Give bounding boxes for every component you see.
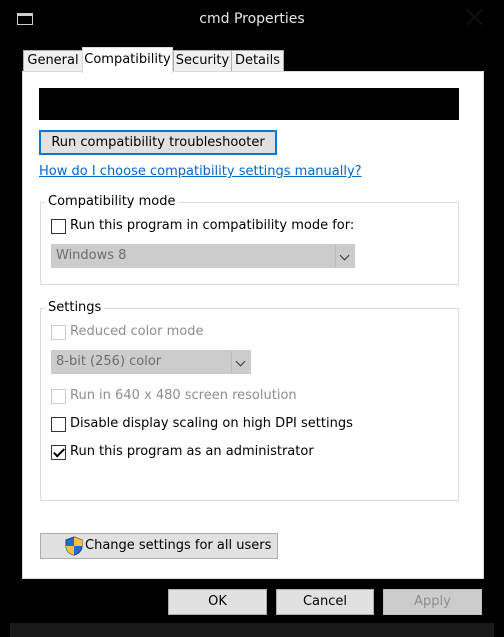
bottom-strip (10, 623, 494, 637)
disable-dpi-scaling-label[interactable]: Disable display scaling on high DPI sett… (70, 416, 353, 431)
reduced-color-checkbox[interactable] (51, 325, 66, 340)
apply-button[interactable]: Apply (383, 589, 482, 615)
run-troubleshooter-button[interactable]: Run compatibility troubleshooter (39, 130, 277, 155)
color-mode-select[interactable]: 8-bit (256) color (51, 350, 251, 374)
resolution-640-label: Run in 640 x 480 screen resolution (70, 388, 297, 403)
compat-mode-checkbox[interactable] (51, 219, 66, 234)
resolution-640-checkbox[interactable] (51, 389, 66, 404)
title-bar: cmd Properties (0, 0, 504, 40)
compat-os-select-value: Windows 8 (56, 248, 127, 263)
color-mode-select-value: 8-bit (256) color (56, 354, 162, 369)
chevron-down-icon (335, 245, 354, 267)
uac-shield-icon (65, 536, 83, 556)
window-title: cmd Properties (199, 11, 305, 27)
settings-group-label: Settings (45, 300, 105, 315)
change-settings-all-users-label: Change settings for all users (85, 538, 272, 553)
tab-general[interactable]: General (23, 50, 83, 71)
run-as-admin-label[interactable]: Run this program as an administrator (70, 444, 314, 459)
chevron-down-icon (231, 351, 250, 373)
reduced-color-label: Reduced color mode (70, 324, 204, 339)
manual-settings-link[interactable]: How do I choose compatibility settings m… (39, 164, 362, 179)
ok-button[interactable]: OK (168, 589, 267, 615)
cancel-button[interactable]: Cancel (276, 589, 374, 615)
close-icon[interactable] (464, 6, 486, 28)
tab-security[interactable]: Security (173, 50, 232, 71)
tab-compatibility[interactable]: Compatibility (82, 47, 173, 73)
run-as-admin-checkbox[interactable] (51, 445, 66, 460)
compat-mode-group-label: Compatibility mode (45, 194, 179, 209)
compat-os-select[interactable]: Windows 8 (51, 244, 355, 268)
compat-mode-checkbox-label[interactable]: Run this program in compatibility mode f… (70, 218, 354, 233)
disable-dpi-scaling-checkbox[interactable] (51, 417, 66, 432)
tab-details[interactable]: Details (231, 50, 284, 71)
info-banner (39, 88, 459, 120)
